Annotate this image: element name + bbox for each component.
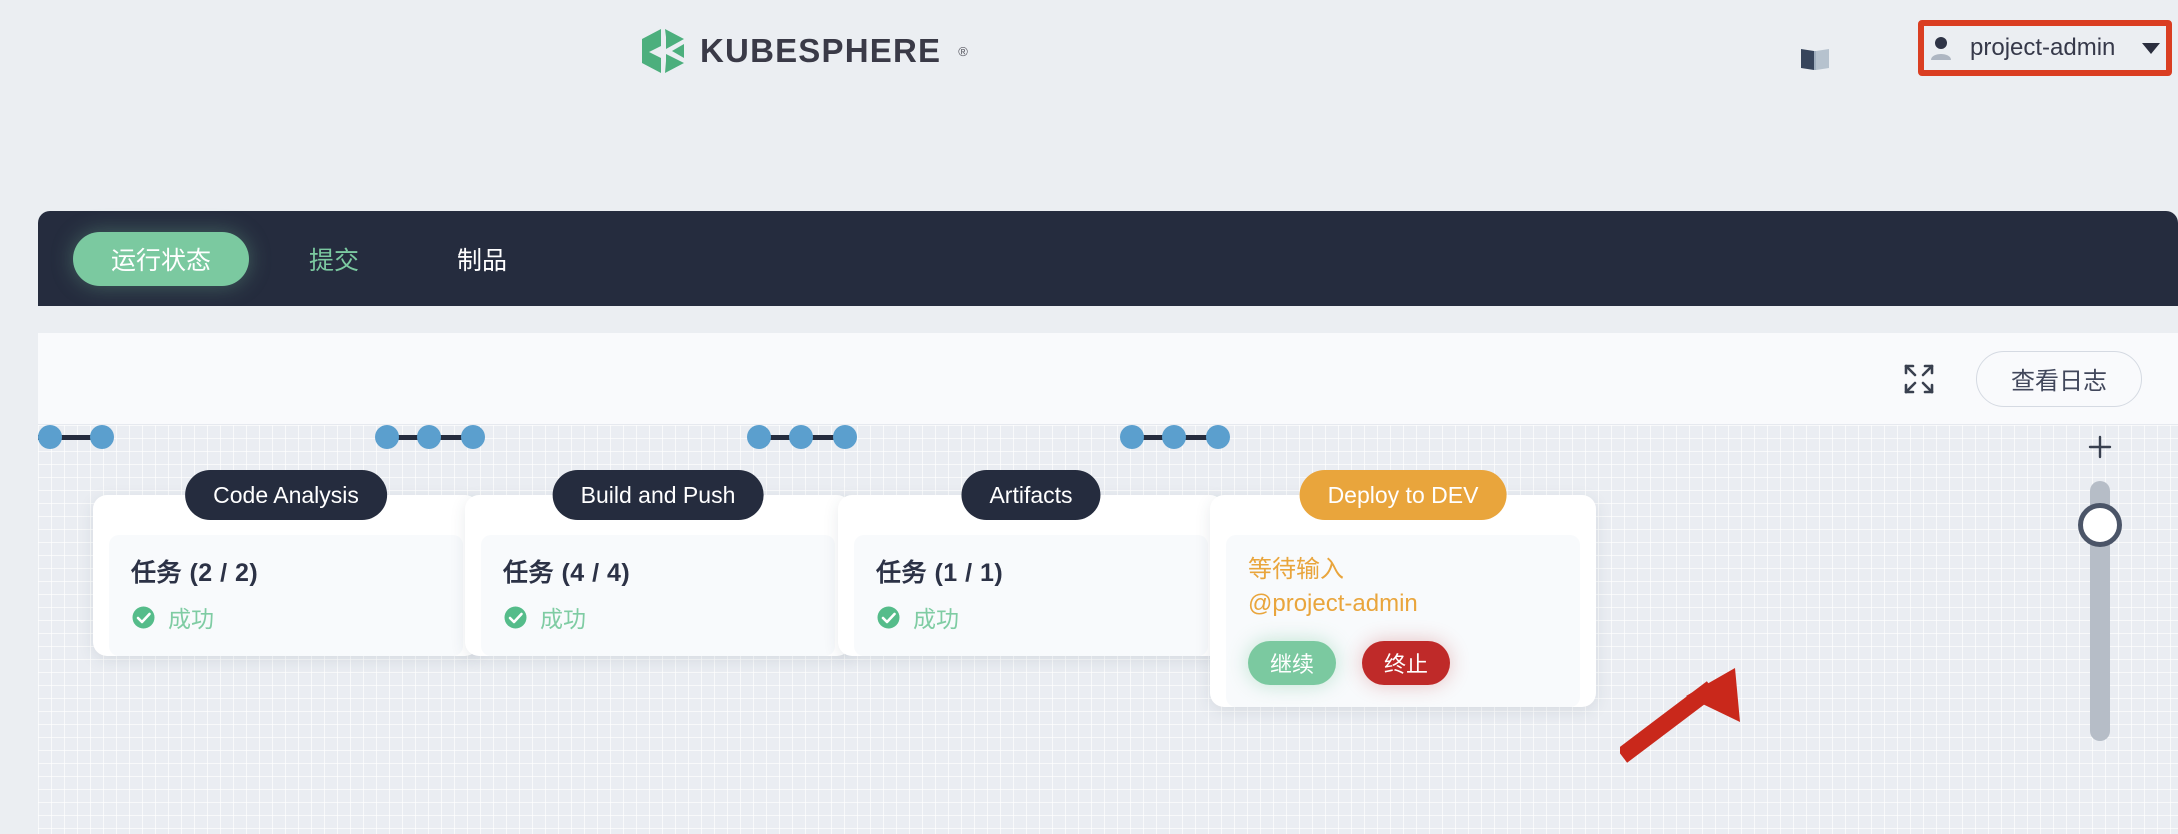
connector-dot — [747, 425, 771, 449]
status-label: 成功 — [913, 606, 959, 632]
app-header: KUBESPHERE ® project-admin — [0, 0, 2178, 120]
registered-mark: ® — [958, 43, 968, 59]
stage-status: 成功 — [503, 600, 813, 634]
view-logs-button[interactable]: 查看日志 — [1976, 350, 2142, 407]
connector-dot — [789, 425, 813, 449]
task-count-label: 任务 (1 / 1) — [876, 559, 1004, 587]
stage-deploy-to-dev[interactable]: Deploy to DEV 等待输入 @project-admin 继续 终止 — [1210, 470, 1596, 747]
user-menu[interactable]: project-admin — [1930, 27, 2160, 69]
documentation-book-icon[interactable] — [1800, 46, 1830, 72]
stage-build-and-push[interactable]: Build and Push 任务 (4 / 4) 成功 — [465, 470, 851, 696]
pending-approver-label: @project-admin — [1248, 590, 1418, 618]
abort-button[interactable]: 终止 — [1362, 641, 1451, 686]
connector-dot — [1162, 425, 1186, 449]
connector-dot — [461, 425, 485, 449]
connector-1 — [375, 425, 485, 449]
check-circle-icon — [503, 605, 528, 630]
connector-dot — [1120, 425, 1144, 449]
user-name-label: project-admin — [1970, 34, 2116, 61]
stage-body: 任务 (1 / 1) 成功 — [854, 535, 1208, 656]
status-label: 成功 — [168, 606, 214, 632]
stage-body: 任务 (4 / 4) 成功 — [481, 535, 835, 656]
stage-status: 成功 — [131, 600, 441, 634]
stage-body: 任务 (2 / 2) 成功 — [109, 535, 463, 656]
pending-input-label: 等待输入 — [1248, 556, 1344, 583]
task-count-label: 任务 (2 / 2) — [131, 559, 259, 587]
zoom-slider-handle[interactable] — [2078, 503, 2122, 547]
plus-icon[interactable] — [2086, 433, 2114, 461]
pipeline-canvas[interactable]: Code Analysis 任务 (2 / 2) 成功 Build and Pu… — [38, 425, 2178, 834]
task-count-label: 任务 (4 / 4) — [503, 559, 631, 587]
pipeline-tabbar: 运行状态 提交 制品 — [38, 211, 2178, 306]
connector-dot — [38, 425, 62, 449]
stage-code-analysis[interactable]: Code Analysis 任务 (2 / 2) 成功 — [93, 470, 479, 696]
status-label: 成功 — [540, 606, 586, 632]
tab-artifacts[interactable]: 制品 — [419, 232, 545, 286]
kubesphere-hex-logo — [640, 28, 686, 74]
chevron-down-icon — [2142, 42, 2160, 54]
logo-wordmark: KUBESPHERE — [700, 32, 942, 69]
pipeline-toolbar: 查看日志 — [38, 333, 2178, 425]
check-circle-icon — [131, 605, 156, 630]
stage-name-label: Deploy to DEV — [1299, 470, 1507, 520]
connector-2 — [747, 425, 857, 449]
connector-dot — [1206, 425, 1230, 449]
tab-commits[interactable]: 提交 — [271, 232, 397, 286]
stage-name-label: Artifacts — [961, 470, 1101, 520]
connector-start — [38, 425, 114, 449]
user-avatar-icon — [1930, 36, 1952, 60]
continue-button[interactable]: 继续 — [1248, 641, 1337, 686]
fullscreen-expand-icon[interactable] — [1902, 362, 1936, 396]
stage-card[interactable]: Code Analysis 任务 (2 / 2) 成功 — [93, 470, 479, 656]
stage-card[interactable]: Build and Push 任务 (4 / 4) 成功 — [465, 470, 851, 656]
connector-dot — [417, 425, 441, 449]
connector-dot — [375, 425, 399, 449]
tab-run-status[interactable]: 运行状态 — [73, 231, 250, 286]
stage-name-label: Code Analysis — [185, 470, 387, 520]
connector-3 — [1120, 425, 1230, 449]
kubesphere-logo: KUBESPHERE ® — [640, 28, 968, 74]
stage-name-label: Build and Push — [552, 470, 764, 520]
stage-status: 成功 — [876, 600, 1186, 634]
stage-card[interactable]: Deploy to DEV 等待输入 @project-admin 继续 终止 — [1210, 470, 1596, 708]
input-action-row: 继续 终止 — [1248, 641, 1558, 686]
check-circle-icon — [876, 605, 901, 630]
connector-dot — [90, 425, 114, 449]
stage-artifacts[interactable]: Artifacts 任务 (1 / 1) 成功 — [838, 470, 1224, 696]
connector-dot — [833, 425, 857, 449]
stage-card[interactable]: Artifacts 任务 (1 / 1) 成功 — [838, 470, 1224, 656]
stage-body: 等待输入 @project-admin 继续 终止 — [1226, 535, 1580, 708]
